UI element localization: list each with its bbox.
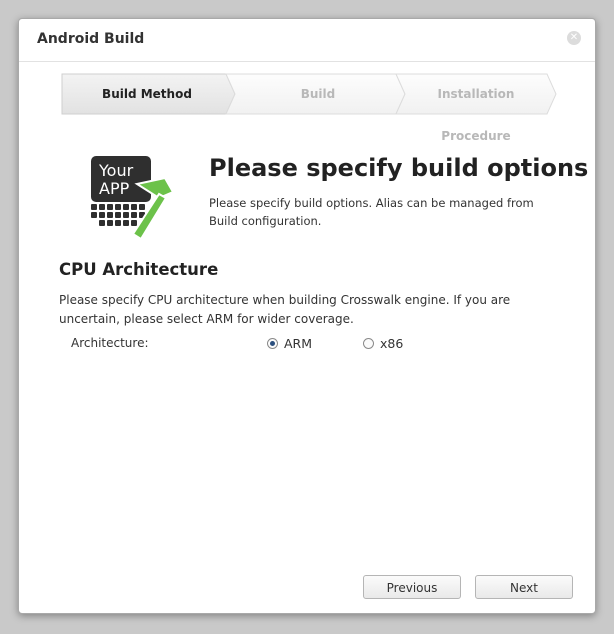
step-installation-procedure[interactable]: Installation Procedure	[401, 73, 551, 143]
next-button[interactable]: Next	[475, 575, 573, 599]
radio-arm-button[interactable]	[267, 338, 278, 349]
radio-arm-label: ARM	[284, 336, 313, 351]
previous-button[interactable]: Previous	[363, 575, 461, 599]
build-options-header: Your APP Please specify build options Pl…	[89, 154, 588, 254]
architecture-label: Architecture:	[71, 336, 149, 350]
radio-arm[interactable]: ARM	[267, 336, 312, 351]
cpu-architecture-title: CPU Architecture	[59, 260, 219, 279]
page-description: Please specify build options. Alias can …	[209, 196, 534, 228]
step-build-method[interactable]: Build Method	[61, 73, 233, 115]
icon-text-your: Your	[98, 161, 134, 180]
your-app-build-icon: Your APP	[91, 156, 175, 241]
radio-x86-button[interactable]	[363, 338, 374, 349]
wizard-steps: Build Method Build Installation Procedur…	[61, 73, 557, 143]
cpu-architecture-description: Please specify CPU architecture when bui…	[59, 293, 511, 326]
dialog-titlebar: Android Build ✕	[19, 19, 595, 62]
radio-x86[interactable]: x86	[363, 336, 403, 351]
android-build-dialog: Android Build ✕ Build Method Build Insta…	[18, 18, 596, 614]
radio-x86-label: x86	[380, 336, 404, 351]
dialog-title: Android Build	[37, 31, 145, 47]
icon-text-app: APP	[99, 179, 130, 198]
step-build[interactable]: Build	[233, 73, 403, 115]
close-icon[interactable]: ✕	[567, 31, 581, 45]
page-title: Please specify build options	[209, 154, 589, 182]
